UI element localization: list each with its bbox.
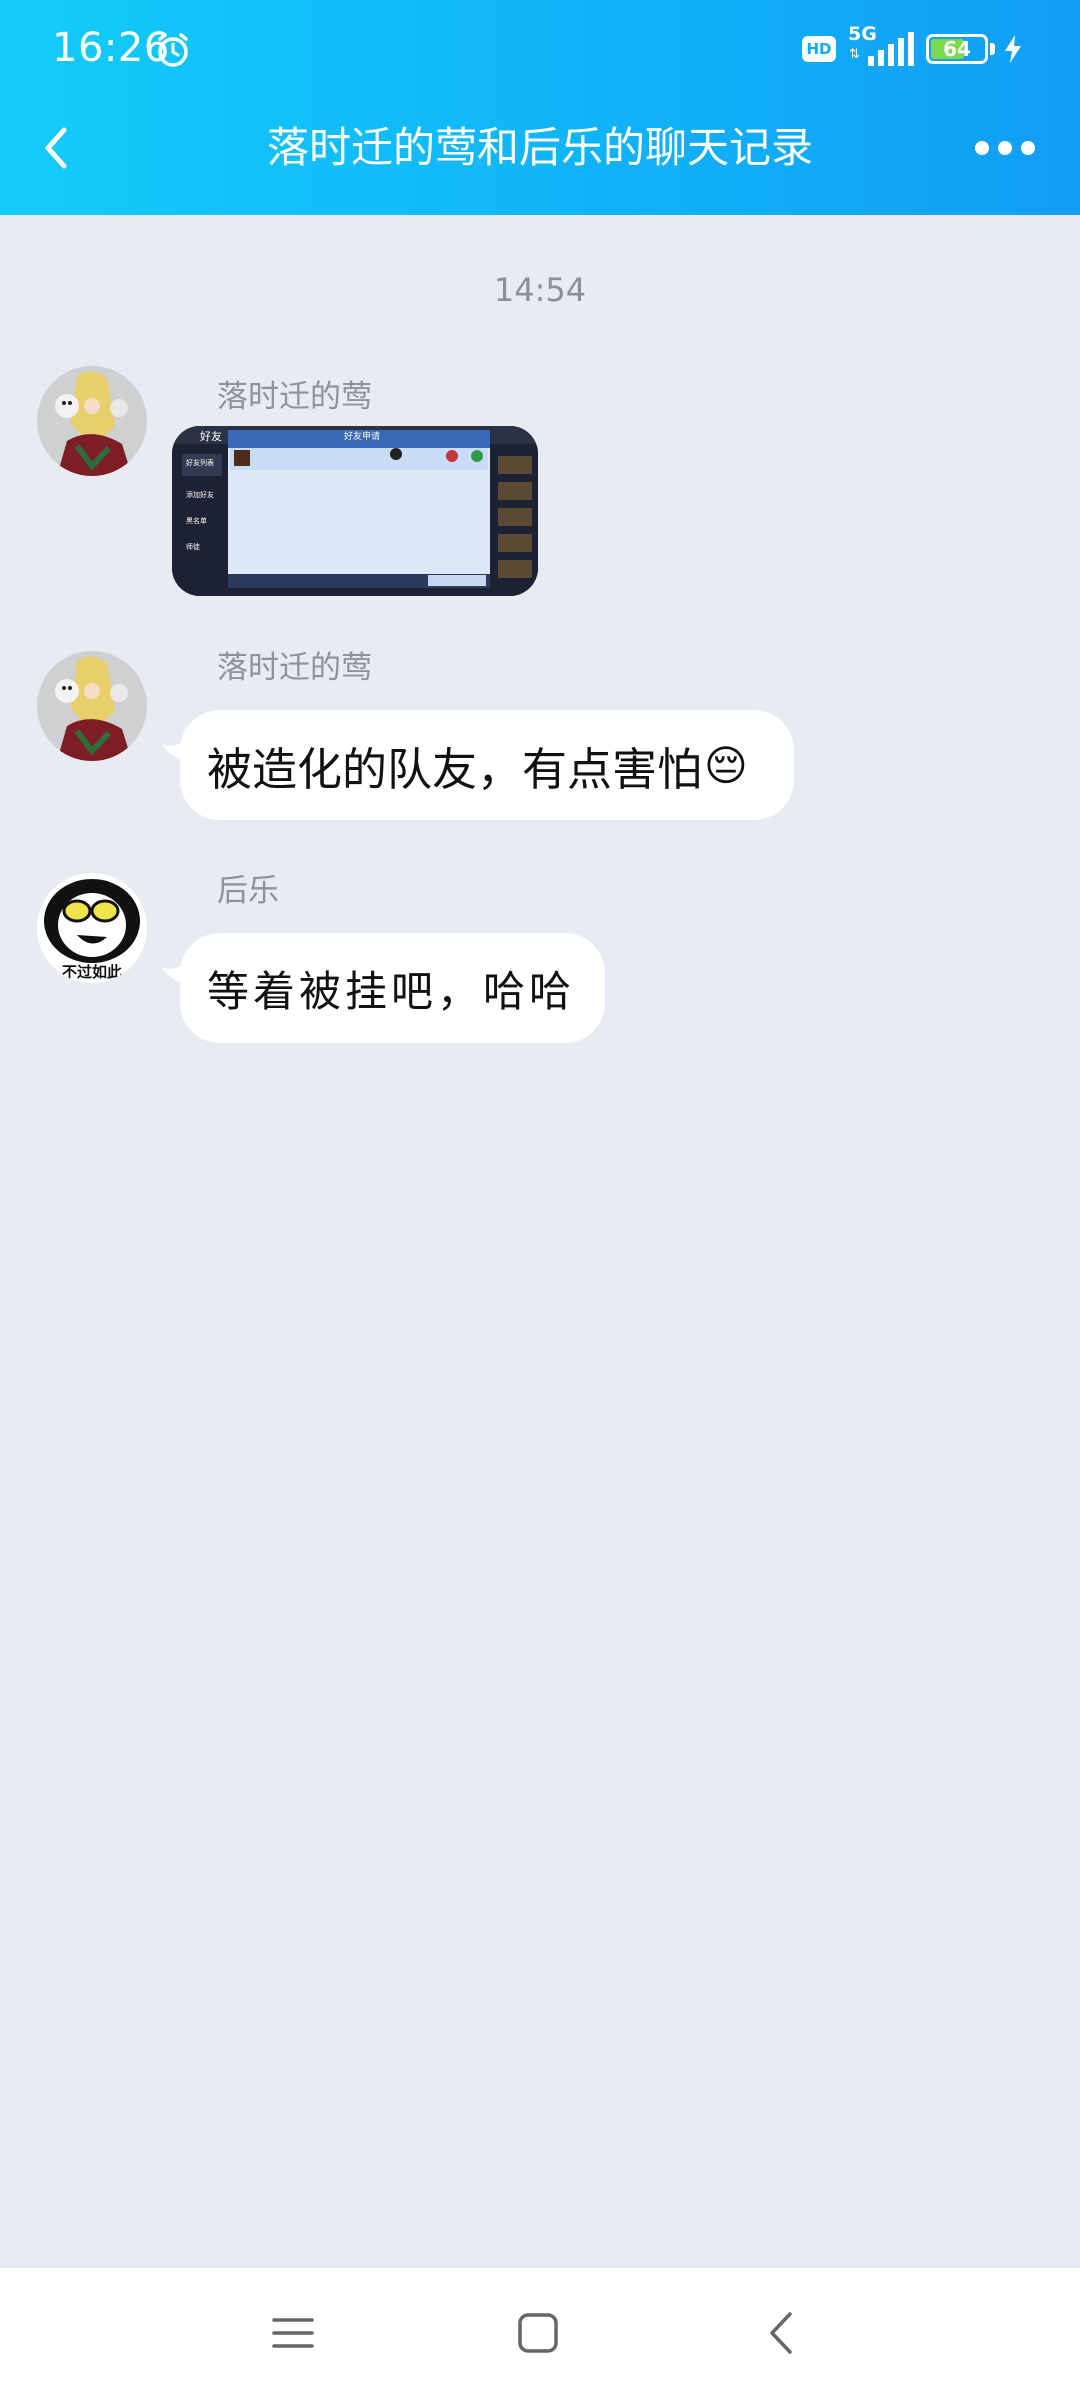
nav-bar: 落时迁的莺和后乐的聊天记录 [0,100,1080,215]
image-sidebar-tab: 好友 [200,430,222,443]
chat-area: 14:54 落时迁的莺 好友申请 好友 好友列表 添加好友 黑名单 师徒 落时迁… [0,215,1080,2268]
hd-badge: HD [802,36,836,62]
text-message-bubble[interactable]: 等着被挂吧，哈哈 [162,933,605,1043]
back-button[interactable] [30,118,86,178]
avatar-caption: 不过如此 [61,963,122,981]
anime-avatar-icon [37,366,147,476]
sender-name: 落时迁的莺 [217,650,372,686]
sender-name: 后乐 [217,873,279,909]
image-sidebar-item: 添加好友 [186,491,214,499]
charging-icon [1005,35,1021,63]
app-header: 16:26 HD 5G ⇅ 64 落时迁的莺和后乐的聊天记录 [0,0,1080,215]
text-message-bubble[interactable]: 被造化的队友，有点害怕 😔 [162,710,794,820]
bubble-tail [162,738,190,762]
menu-icon[interactable] [270,2310,316,2356]
image-sidebar-item: 师徒 [186,543,200,551]
battery-level: 64 [943,37,971,61]
message-text: 等着被挂吧，哈哈 [207,966,576,1016]
system-nav-bar [0,2268,1080,2400]
avatar[interactable] [37,366,147,476]
battery-icon: 64 [926,34,988,64]
pensive-emoji-icon: 😔 [704,740,748,790]
avatar[interactable]: 不过如此 [37,873,147,983]
message-text: 被造化的队友，有点害怕 [207,742,703,796]
chat-title: 落时迁的莺和后乐的聊天记录 [266,123,813,172]
game-screenshot-image [172,426,538,596]
avatar[interactable] [37,651,147,761]
battery-tip [990,43,995,55]
bubble-tail [162,961,190,985]
image-sidebar-item: 黑名单 [186,517,207,525]
anime-avatar-icon [37,651,147,761]
home-square-icon[interactable] [515,2310,561,2356]
status-bar: 16:26 HD 5G ⇅ 64 [0,0,1080,100]
message-timestamp: 14:54 [493,271,587,309]
back-chevron-icon[interactable] [762,2308,802,2358]
signal-icon [868,32,914,66]
alarm-icon [158,33,188,67]
sender-name: 落时迁的莺 [217,379,372,415]
image-message[interactable]: 好友申请 好友 好友列表 添加好友 黑名单 师徒 [172,426,538,596]
more-dots-icon[interactable] [970,128,1040,168]
data-arrows-icon: ⇅ [849,47,860,62]
image-sidebar-item: 好友列表 [186,459,214,467]
image-header-text: 好友申请 [344,432,381,442]
